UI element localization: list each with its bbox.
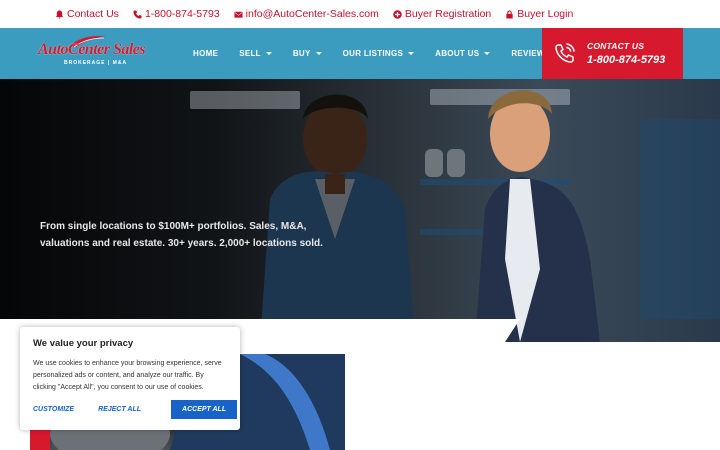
hero-banner: From single locations to $100M+ portfoli… <box>0 79 720 342</box>
buyer-registration-label: Buyer Registration <box>404 8 492 20</box>
lock-icon <box>506 9 513 19</box>
logo-subtitle: BROKERAGE | M&A <box>64 60 128 66</box>
caret-down-icon <box>265 52 272 55</box>
contact-box-title: CONTACT US <box>587 41 645 51</box>
nav-item-label: BUY <box>292 49 311 58</box>
email-label: info@AutoCenter-Sales.com <box>245 8 379 20</box>
cookie-body: We use cookies to enhance your browsing … <box>33 360 222 391</box>
bell-icon <box>55 9 64 19</box>
nav-item-label: SELL <box>239 49 261 58</box>
nav-item-label: OUR LISTINGS <box>342 49 404 58</box>
customize-button[interactable]: CUSTOMIZE <box>33 406 74 413</box>
nav-item-our-listings[interactable]: OUR LISTINGS <box>343 49 415 58</box>
nav-item-sell[interactable]: SELL <box>239 49 272 58</box>
buyer-login-link[interactable]: Buyer Login <box>505 8 573 20</box>
cookie-buttons: CUSTOMIZE REJECT ALL ACCEPT ALL <box>33 400 238 419</box>
plus-circle-icon <box>393 9 402 19</box>
main-menu: HOME SELL BUY OUR LISTINGS ABOUT US REVI… <box>193 28 571 79</box>
top-bar: Contact Us 1-800-874-5793 info@AutoCente… <box>0 0 720 28</box>
nav-item-buy[interactable]: BUY <box>293 49 322 58</box>
logo-name: AutoCenter Sales <box>38 41 146 58</box>
contact-us-box[interactable]: CONTACT US 1-800-874-5793 <box>542 28 683 79</box>
caret-down-icon <box>408 52 415 55</box>
nav-item-label: ABOUT US <box>435 49 480 58</box>
nav-item-home[interactable]: HOME <box>193 49 218 58</box>
cookie-consent-banner: We value your privacy We use cookies to … <box>20 327 240 430</box>
nav-item-label: HOME <box>193 49 219 58</box>
contact-us-link[interactable]: Contact Us <box>55 8 119 20</box>
cookie-title: We value your privacy <box>33 338 134 349</box>
phone-ringing-icon <box>555 43 575 63</box>
caret-down-icon <box>484 52 491 55</box>
accept-all-button[interactable]: ACCEPT ALL <box>171 400 238 419</box>
hero-tagline: From single locations to $100M+ portfoli… <box>40 221 323 249</box>
contact-box-phone: 1-800-874-5793 <box>587 54 666 66</box>
phone-icon <box>133 9 142 19</box>
contact-us-label: Contact Us <box>67 8 119 20</box>
email-link[interactable]: info@AutoCenter-Sales.com <box>234 8 379 20</box>
phone-label: 1-800-874-5793 <box>144 8 220 20</box>
site-logo[interactable]: AutoCenter Sales BROKERAGE | M&A <box>38 34 146 74</box>
caret-down-icon <box>315 52 322 55</box>
page: Contact Us 1-800-874-5793 info@AutoCente… <box>0 0 720 450</box>
hero-tire <box>447 149 465 177</box>
buyer-login-label: Buyer Login <box>517 8 574 20</box>
buyer-registration-link[interactable]: Buyer Registration <box>393 8 491 20</box>
hero-person-mechanic <box>260 94 415 342</box>
nav-item-about-us[interactable]: ABOUT US <box>435 49 491 58</box>
phone-link[interactable]: 1-800-874-5793 <box>133 8 220 20</box>
envelope-icon <box>234 11 243 18</box>
hero-person-businessman <box>475 90 600 342</box>
reject-all-button[interactable]: REJECT ALL <box>98 406 141 413</box>
